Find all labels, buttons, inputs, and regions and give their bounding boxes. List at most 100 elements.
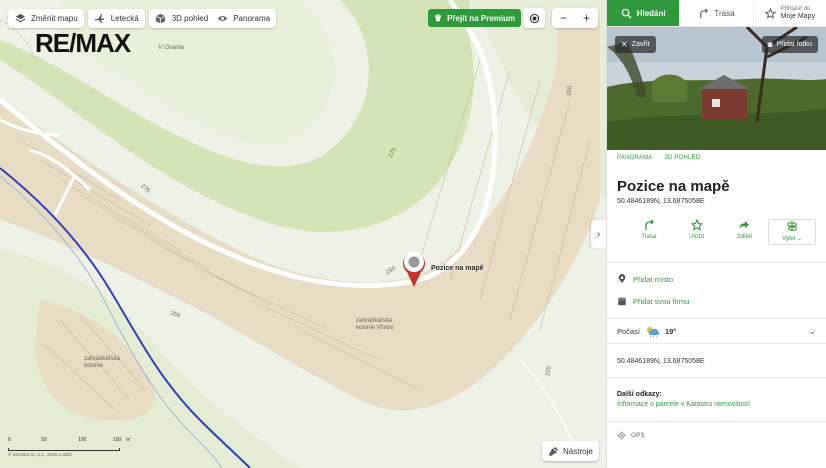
aerial-label: Letecká (110, 14, 139, 23)
aerial-button[interactable]: Letecká (87, 9, 145, 28)
place-photo[interactable]: ✕ Zavřít ◙ Přidat fotku (607, 27, 826, 150)
signpost-icon (787, 221, 798, 231)
share-action-label: Sdílet (736, 234, 753, 240)
view-3d-button[interactable]: 3D pohled Panorama (148, 9, 277, 28)
scale-line (8, 448, 120, 451)
scale-bar: 0 50 100 150 m (8, 437, 130, 451)
trip-action-button[interactable]: Výlet ⌄ (768, 219, 817, 245)
view-tab-3d[interactable]: 3D POHLED (665, 155, 701, 161)
route-icon (698, 8, 709, 19)
close-icon: ✕ (621, 40, 628, 49)
close-label: Zavřít (631, 41, 650, 48)
scale-tick: 50 (41, 437, 47, 443)
pin-label: Pozice na mapě (431, 265, 484, 272)
cadastre-link[interactable]: Informace o parcele v Katastru nemovitos… (607, 398, 826, 408)
tab-search[interactable]: Hledání (607, 0, 681, 26)
place-coordinates: 50.4846189N, 13.6875058E (617, 198, 705, 205)
share-action-button[interactable]: Sdílet (721, 219, 769, 245)
place-title: Pozice na mapě (617, 178, 730, 195)
route-action-button[interactable]: Trasa (625, 219, 673, 245)
scale-tick: 100 (78, 437, 87, 443)
side-panel: Hledání Trasa Přihlásit do Moje Mapy ✕ Z… (606, 0, 826, 468)
view-3d-label: 3D pohled (171, 14, 209, 23)
route-action-label: Trasa (641, 234, 657, 240)
share-icon (739, 221, 750, 229)
close-photo-button[interactable]: ✕ Zavřít (615, 36, 656, 53)
add-place-link[interactable]: Přidat místo (607, 272, 826, 286)
divider (607, 262, 826, 263)
weather-row[interactable]: Počasí 19° ⌄ (607, 322, 826, 340)
tools-icon (549, 446, 558, 456)
map-label-kolonie: zahrádkářská kolonie (84, 356, 121, 369)
save-action-button[interactable]: Uložit (673, 219, 721, 245)
add-company-link[interactable]: Přidat svou firmu (607, 294, 826, 308)
collapse-panel-button[interactable]: › (591, 220, 606, 248)
action-bar: Trasa Uložit Sdílet Výlet ⌄ (607, 205, 826, 245)
weather-temperature: 19° (664, 326, 677, 336)
gps-label: GPS (631, 432, 645, 439)
star-icon (764, 7, 776, 19)
tab-route-label: Trasa (714, 8, 735, 18)
tab-my-maps-small: Přihlásit do (780, 6, 811, 12)
cube-icon (155, 13, 167, 25)
scale-tick: 150 (113, 437, 122, 443)
location-pin-icon[interactable] (402, 250, 426, 288)
add-photo-button[interactable]: ◙ Přidat fotku (761, 36, 818, 53)
zoom-out-button[interactable]: − (560, 11, 567, 25)
scale-ticks: 0 50 100 150 m (8, 437, 130, 448)
map-label-v-granta: V Granta (158, 44, 185, 51)
coordinates-line[interactable]: 50.4846189N, 13.6875058E (607, 358, 826, 365)
star-icon (690, 219, 703, 231)
scale-unit: m (126, 437, 131, 443)
route-icon (645, 219, 654, 230)
trip-action-label: Výlet ⌄ (782, 236, 803, 242)
view-tab-panorama[interactable]: PANORAMA (617, 155, 653, 161)
store-icon (617, 297, 627, 306)
divider (607, 318, 826, 319)
map-canvas[interactable]: RE/MAX V Granta 275 275 250 250 250 225 … (0, 0, 606, 468)
add-place-label: Přidat místo (633, 274, 674, 284)
add-company-label: Přidat svou firmu (633, 296, 690, 306)
layers-icon (14, 13, 26, 25)
zoom-controls: − + (552, 8, 598, 28)
app-window: RE/MAX V Granta 275 275 250 250 250 225 … (0, 0, 826, 468)
scale-tick: 0 (8, 437, 11, 443)
copyright-text[interactable]: © Seznam.cz, a.s., 2026 a další (8, 452, 72, 457)
tab-my-maps-text: Přihlásit do Moje Mapy (781, 6, 815, 20)
save-action-label: Uložit (689, 234, 705, 240)
camera-icon: ◙ (767, 40, 773, 49)
target-icon (529, 13, 539, 23)
tab-my-maps-label: Moje Mapy (780, 13, 815, 20)
zoom-in-button[interactable]: + (583, 11, 590, 25)
eye-icon (216, 13, 228, 25)
tab-search-label: Hledání (636, 8, 666, 18)
divider (607, 377, 826, 378)
weather-label: Počasí (617, 326, 640, 336)
map-label-kolonie-vsebo: zahrádkářská kolonie Všebo (356, 318, 394, 331)
remax-logo: RE/MAX (35, 28, 131, 58)
premium-label: Přejít na Premium (447, 13, 516, 23)
search-icon (621, 8, 632, 19)
panel-tabs: Hledání Trasa Přihlásit do Moje Mapy (607, 0, 826, 27)
divider (607, 421, 826, 422)
divider (607, 343, 826, 344)
map-graphics (0, 0, 606, 468)
chevron-down-icon[interactable]: ⌄ (808, 326, 816, 337)
partly-cloudy-rain-icon (646, 326, 659, 338)
tab-my-maps[interactable]: Přihlásit do Moje Mapy (754, 0, 826, 26)
add-photo-label: Přidat fotku (776, 41, 812, 48)
tab-route[interactable]: Trasa (680, 0, 754, 26)
premium-button[interactable]: ♛ Přejít na Premium (428, 9, 522, 27)
map-toolbar: Změnit mapu Letecká 3D pohled Panorama (8, 9, 277, 28)
location-button[interactable] (523, 8, 545, 28)
gps-icon (617, 431, 626, 440)
gps-row[interactable]: GPS (607, 431, 826, 440)
panorama-label[interactable]: Panorama (233, 14, 270, 23)
more-links-heading: Další odkazy: (617, 391, 662, 398)
plane-icon (94, 13, 106, 25)
chevron-right-icon: › (596, 228, 601, 240)
tools-button[interactable]: Nástroje (542, 441, 599, 461)
change-map-label: Změnit mapu (31, 14, 78, 23)
change-map-button[interactable]: Změnit mapu (8, 9, 84, 28)
add-place-icon (618, 274, 626, 284)
